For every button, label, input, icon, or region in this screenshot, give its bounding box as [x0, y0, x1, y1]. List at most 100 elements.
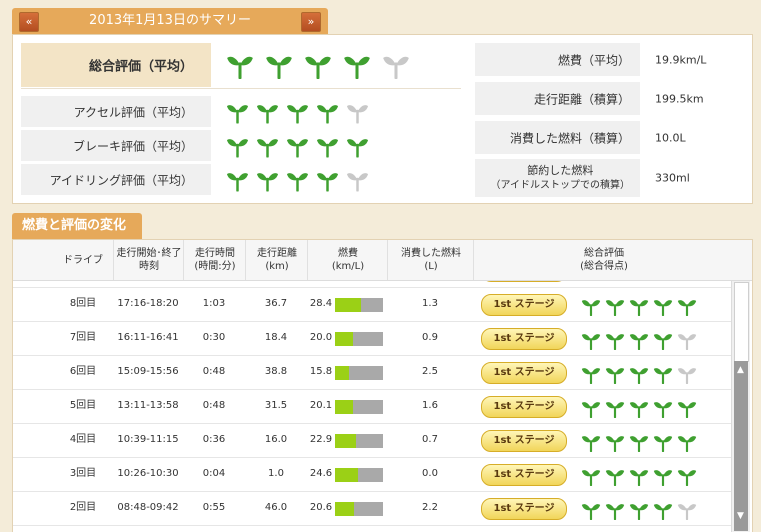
stat-fuel-used-value: 10.0L [655, 131, 686, 144]
col-rating: 総合評価 (総合得点) [473, 240, 734, 280]
table-row: 5回目 13:11-13:58 0:48 31.5 20.1 1.6 1st ステージ [13, 389, 733, 424]
table-row: 4回目 10:39-11:15 0:36 16.0 22.9 0.7 1st ステージ [13, 423, 733, 458]
col-used-label-2: (L) [424, 261, 438, 272]
next-day-button[interactable]: » [301, 12, 321, 32]
brake-rating-sprouts [226, 134, 369, 157]
stat-distance: 走行距離（積算） 199.5km [475, 82, 745, 115]
stat-fuel-used-label-cell: 消費した燃料（積算） [475, 121, 640, 154]
col-duration: 走行時間 (時間:分) [183, 240, 246, 280]
idling-rating-row: アイドリング評価（平均） [21, 164, 461, 195]
table-row: 8回目 17:16-18:20 1:03 36.7 28.4 1.3 1st ステージ [13, 287, 733, 322]
sprout-icon [605, 368, 625, 384]
stage-button[interactable]: 1st ステージ [481, 281, 567, 282]
cell-fuel: 28.4 [309, 298, 333, 309]
stat-fuel-saved: 節約した燃料 （アイドルストップでの積算） 330ml [475, 159, 745, 197]
stage-button[interactable]: 1st ステージ [481, 294, 567, 316]
fuel-bar [335, 298, 383, 312]
idling-rating-label: アイドリング評価（平均） [49, 173, 193, 187]
cell-time: 16:11-16:41 [117, 332, 179, 343]
stat-fuel-saved-label-line2: （アイドルストップでの積算） [490, 180, 631, 191]
sprout-icon [605, 402, 625, 418]
stage-button[interactable]: 1st ステージ [481, 396, 567, 418]
sprout-icon [344, 56, 370, 79]
sprout-icon [286, 104, 309, 123]
sprout-icon [653, 300, 673, 316]
row-rating-sprouts [581, 432, 697, 452]
sprout-icon [316, 172, 339, 191]
col-time: 走行開始･終了 時刻 [113, 240, 184, 280]
cell-drive: 2回目 [69, 502, 97, 513]
stage-button[interactable]: 1st ステージ [481, 498, 567, 520]
fuel-bar-fill [335, 366, 350, 380]
cell-distance: 36.7 [264, 298, 288, 309]
fuel-bar-fill [335, 298, 362, 312]
cell-drive: 3回目 [69, 468, 97, 479]
fuel-bar-fill [335, 502, 354, 516]
cell-distance: 18.4 [264, 332, 288, 343]
fuel-bar [335, 366, 383, 380]
stat-fuel-economy-label-cell: 燃費（平均） [475, 43, 640, 76]
overall-rating-label-cell: 総合評価（平均） [21, 43, 211, 87]
stage-button[interactable]: 1st ステージ [481, 362, 567, 384]
sprout-icon [256, 104, 279, 123]
cell-distance: 38.8 [264, 366, 288, 377]
cell-fuel: 24.6 [309, 468, 333, 479]
col-rating-label-1: 総合評価 [584, 248, 624, 259]
fuel-bar-fill [335, 332, 354, 346]
sprout-icon [316, 138, 339, 157]
sprout-icon [266, 56, 292, 79]
stat-fuel-economy-value: 19.9km/L [655, 53, 707, 66]
scrollbar[interactable]: ▲ ▼ [731, 281, 750, 532]
sprout-icon [346, 172, 369, 191]
cell-drive: 4回目 [69, 434, 97, 445]
cell-duration: 1:03 [202, 298, 226, 309]
summary-title: 2013年1月13日のサマリー [89, 13, 251, 28]
sprout-icon [605, 334, 625, 350]
cell-time: 15:09-15:56 [117, 366, 179, 377]
row-rating-sprouts [581, 398, 697, 418]
sprout-icon [677, 402, 697, 418]
cell-time: 10:26-10:30 [117, 468, 179, 479]
scroll-up-icon[interactable]: ▲ [734, 363, 747, 377]
cell-fuel: 15.8 [309, 366, 333, 377]
sprout-icon [346, 104, 369, 123]
scrollbar-thumb[interactable] [734, 282, 749, 362]
cell-time: 13:11-13:58 [117, 400, 179, 411]
stat-fuel-saved-label: 節約した燃料 （アイドルストップでの積算） [491, 163, 631, 193]
stat-distance-label-cell: 走行距離（積算） [475, 82, 640, 115]
sprout-icon [677, 368, 697, 384]
scroll-down-icon[interactable]: ▼ [734, 509, 747, 523]
col-fuel: 燃費 (km/L) [307, 240, 388, 280]
stage-button[interactable]: 1st ステージ [481, 430, 567, 452]
sprout-icon [629, 504, 649, 520]
cell-fuel: 20.1 [309, 400, 333, 411]
col-fuel-label-2: (km/L) [331, 261, 365, 272]
accel-rating-row: アクセル評価（平均） [21, 96, 461, 127]
scrollbar-track[interactable] [734, 361, 748, 531]
sprout-icon [677, 470, 697, 486]
cell-duration: 0:48 [202, 400, 226, 411]
fuel-bar [335, 434, 383, 448]
cell-fuel-used: 0.9 [422, 332, 438, 343]
sprout-icon [581, 470, 601, 486]
cell-fuel: 22.9 [309, 434, 333, 445]
fuel-bar [335, 400, 383, 414]
history-title: 燃費と評価の変化 [22, 218, 127, 233]
sprout-icon [653, 334, 673, 350]
fuel-bar [335, 468, 383, 482]
table-row: 6回目 15:09-15:56 0:48 38.8 15.8 2.5 1st ステージ [13, 355, 733, 390]
sprout-icon [653, 504, 673, 520]
stage-button[interactable]: 1st ステージ [481, 464, 567, 486]
table-row: 7回目 16:11-16:41 0:30 18.4 20.0 0.9 1st ステージ [13, 321, 733, 356]
fuel-bar-fill [335, 468, 358, 482]
sprout-icon [677, 334, 697, 350]
cell-time: 10:39-11:15 [117, 434, 179, 445]
history-table-body[interactable]: 1st ステージ 8回目 17:16-18:20 1:03 36.7 28.4 1.3 1s… [13, 281, 733, 532]
cell-drive: 8回目 [69, 298, 97, 309]
col-drive: ドライブ [53, 240, 113, 280]
stage-button[interactable]: 1st ステージ [481, 328, 567, 350]
col-distance-label-1: 走行距離 [257, 248, 297, 259]
col-used-label-1: 消費した燃料 [401, 248, 461, 259]
sprout-icon [677, 504, 697, 520]
stat-fuel-used: 消費した燃料（積算） 10.0L [475, 121, 745, 154]
